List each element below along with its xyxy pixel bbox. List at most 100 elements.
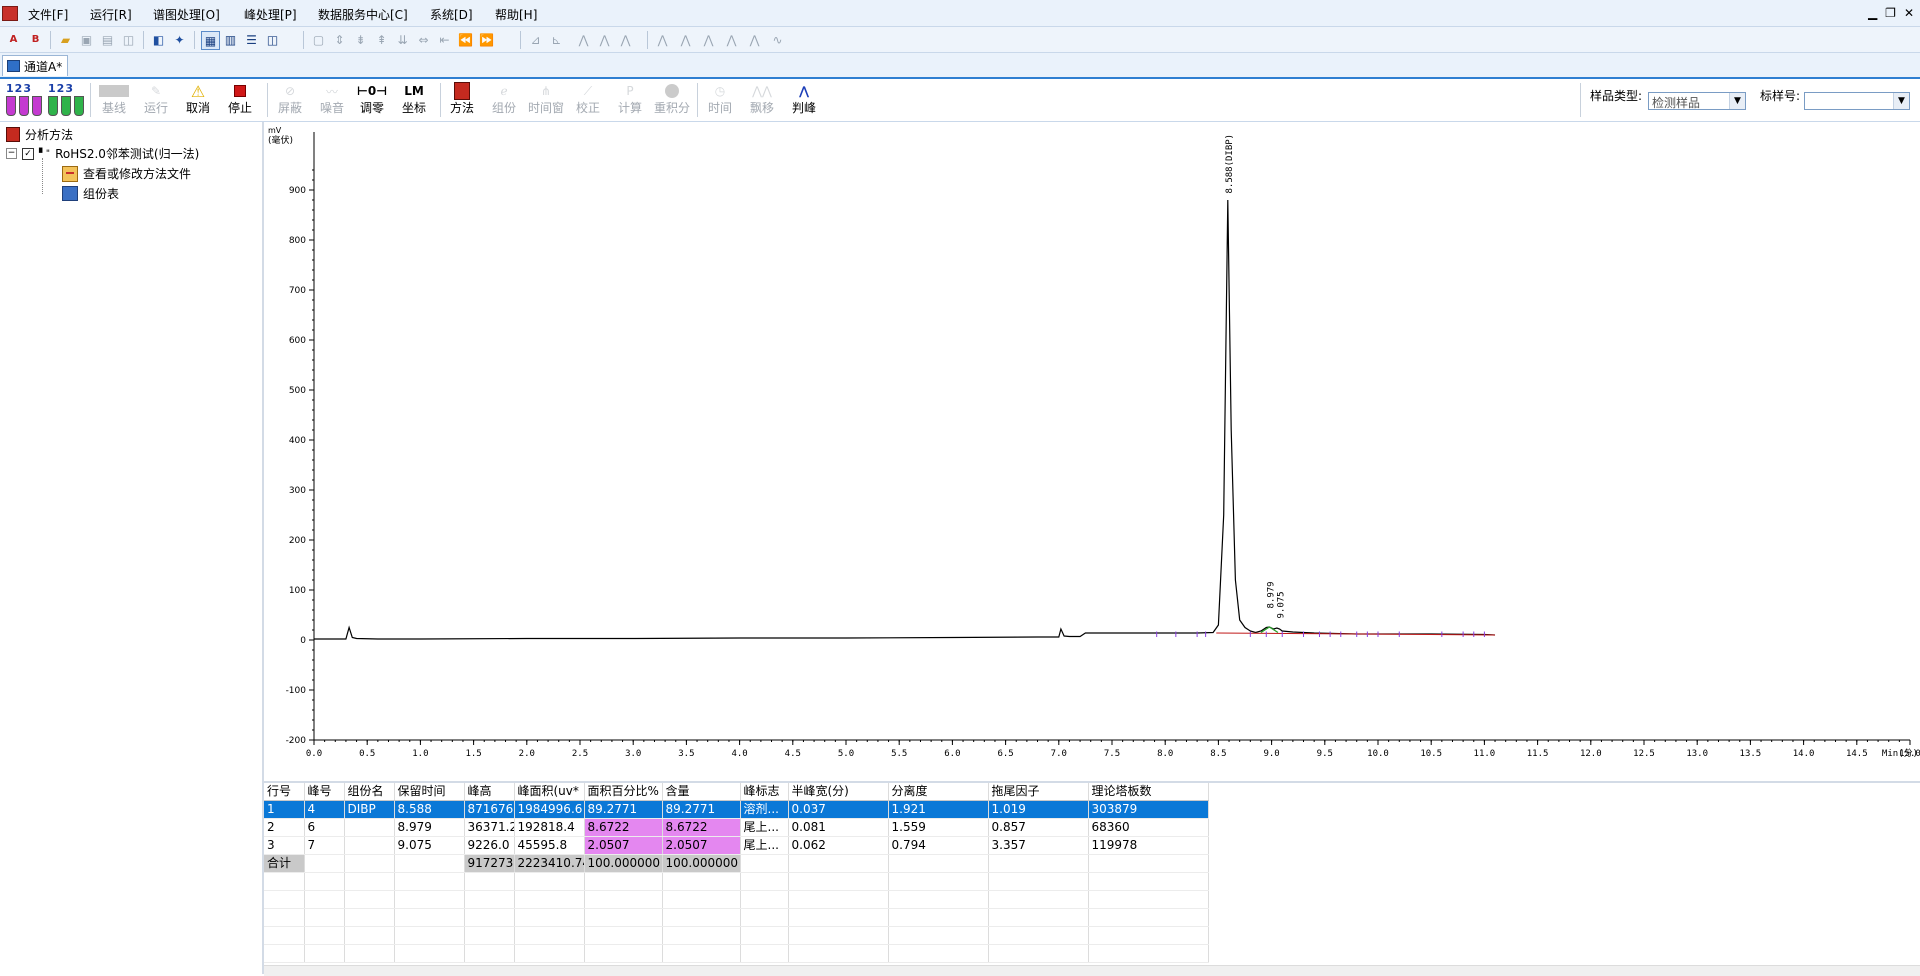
noise-button[interactable]: 〰噪音: [312, 81, 352, 119]
checkbox-icon[interactable]: ✓: [22, 147, 34, 160]
table-cell: [464, 908, 515, 927]
vial-set-1-icon[interactable]: 123: [6, 82, 42, 118]
layout-single-icon[interactable]: ▦: [201, 31, 220, 50]
x-tick-label: 10.5: [1420, 749, 1442, 759]
table-row[interactable]: 3 7 9.075 9226.0 45595.8 2.0507 2.0507 尾上... 0.0…: [264, 836, 1209, 855]
table-cell: 119978: [1088, 836, 1209, 855]
menu-data-service[interactable]: 数据服务中心[C]: [318, 6, 408, 23]
table-row[interactable]: 2 6 8.979 36371.2 192818.4 8.6722 8.6722 尾上... 0…: [264, 818, 1209, 837]
table-empty-row[interactable]: [264, 926, 1209, 945]
chart-a-icon[interactable]: A: [5, 31, 22, 48]
layout-vertical-icon[interactable]: ◫: [264, 31, 281, 48]
mask-button[interactable]: ⊘ 屏蔽: [270, 81, 310, 119]
zero-button[interactable]: ⊢0⊣ 调零: [352, 81, 392, 119]
table-cell: 2223410.745: [514, 854, 585, 873]
table-empty-row[interactable]: [264, 908, 1209, 927]
zoom-fit-icon[interactable]: ▢: [310, 31, 327, 48]
sample-type-select[interactable]: 检测样品 ▼: [1648, 92, 1746, 110]
table-cell: [988, 872, 1089, 891]
reintegrate-button[interactable]: 重积分: [652, 81, 692, 119]
x-tick-label: 6.0: [944, 749, 960, 759]
menu-run[interactable]: 运行[R]: [90, 6, 132, 23]
scroll-left-icon[interactable]: ⇤: [436, 31, 453, 48]
zoom-out-y-icon[interactable]: ⇞: [373, 31, 390, 48]
time-window-button[interactable]: ⋔ 时间窗: [526, 81, 566, 119]
peak-merge-icon[interactable]: ⋀: [700, 31, 717, 48]
peak-end-icon[interactable]: ⋀: [596, 31, 613, 48]
menu-peak[interactable]: 峰处理[P]: [244, 6, 297, 23]
calculate-button[interactable]: P 计算: [610, 81, 650, 119]
peak-move-icon[interactable]: ⋀: [746, 31, 763, 48]
time-button[interactable]: ◷ 时间: [700, 81, 740, 119]
overlay-icon[interactable]: ✦: [171, 31, 188, 48]
menu-file[interactable]: 文件[F]: [28, 6, 68, 23]
print-preview-icon[interactable]: ◫: [120, 31, 137, 48]
menu-bar: 文件[F] 运行[R] 谱图处理[O] 峰处理[P] 数据服务中心[C] 系统[…: [0, 0, 1920, 27]
peak-split-icon[interactable]: ⋀: [617, 31, 634, 48]
vial-set-2-icon[interactable]: 123: [48, 82, 84, 118]
table-total-row[interactable]: 合计917273.52223410.745100.000000100.00000…: [264, 854, 1209, 873]
drift-button[interactable]: ⋀⋀ 飘移: [742, 81, 782, 119]
tab-channel-a[interactable]: 通道A*: [2, 55, 68, 76]
table-row[interactable]: 14DIBP8.588871676.41984996.689.277189.27…: [264, 800, 1209, 819]
component-button[interactable]: ℯ 组份: [484, 81, 524, 119]
table-cell: [394, 926, 465, 945]
peak-delete-icon[interactable]: ⋀: [677, 31, 694, 48]
menu-spectrum[interactable]: 谱图处理[O]: [153, 6, 220, 23]
horizontal-scrollbar[interactable]: [264, 965, 1920, 976]
minimize-icon[interactable]: ▁: [1868, 6, 1877, 20]
restore-icon[interactable]: ❐: [1885, 6, 1896, 20]
open-folder-icon[interactable]: ▰: [57, 31, 74, 48]
x-tick-label: 3.0: [625, 749, 641, 759]
analysis-toolbar: 123 123 基线 ✎运行 ⚠取消 停止 ⊘屏蔽 〰噪音 ⊢0⊣调零: [0, 79, 1920, 122]
table-empty-row[interactable]: [264, 872, 1209, 891]
save-icon[interactable]: ▣: [78, 31, 95, 48]
table-cell: [1088, 872, 1209, 891]
close-icon[interactable]: ✕: [1904, 6, 1914, 20]
table-empty-row[interactable]: [264, 890, 1209, 909]
scroll-down-icon[interactable]: ⇊: [394, 31, 411, 48]
table-empty-row[interactable]: [264, 944, 1209, 963]
scroll-next-icon[interactable]: ⏩: [478, 31, 495, 48]
x-tick-label: 14.5: [1846, 749, 1868, 759]
tangent2-icon[interactable]: ⊾: [548, 31, 565, 48]
tangent-icon[interactable]: ⊿: [527, 31, 544, 48]
tree-node-component-table[interactable]: 组份表: [62, 185, 119, 202]
layout-horizontal-icon[interactable]: ☰: [243, 31, 260, 48]
menu-system[interactable]: 系统[D]: [430, 6, 473, 23]
scroll-prev-icon[interactable]: ⏪: [457, 31, 474, 48]
cancel-button[interactable]: ⚠ 取消: [178, 81, 218, 119]
edit-doc-icon: [62, 165, 78, 182]
run-button[interactable]: ✎ 运行: [136, 81, 176, 119]
app-icon[interactable]: [2, 6, 18, 21]
chromatogram-panel[interactable]: mV (毫伏) 900 800 700 600 500 400 300 200 100 0 -100 -2…: [264, 122, 1920, 779]
export-icon[interactable]: ◧: [150, 31, 167, 48]
zoom-y-icon[interactable]: ⇕: [331, 31, 348, 48]
peak-add-icon[interactable]: ⋀: [654, 31, 671, 48]
table-cell: [888, 872, 989, 891]
tree-node-method[interactable]: − ✓ ▘" RoHS2.0邻苯测试(归一法): [6, 145, 199, 162]
x-tick-label: 7.5: [1104, 749, 1120, 759]
method-button[interactable]: 方法: [442, 81, 482, 119]
peak-mark-icon[interactable]: ∿: [769, 31, 786, 48]
tree-root[interactable]: 分析方法: [6, 126, 73, 143]
zoom-x-icon[interactable]: ⇔: [415, 31, 432, 48]
peak-start-icon[interactable]: ⋀: [575, 31, 592, 48]
baseline-button[interactable]: 基线: [94, 81, 134, 119]
tree-node-edit-method[interactable]: 查看或修改方法文件: [62, 165, 191, 182]
table-header-row[interactable]: 行号 峰号 组份名 保留时间 峰高 峰面积(uv* 面积百分比% 含量 峰标志 半峰宽(分) 分离度…: [264, 783, 1209, 801]
chromatogram-chart[interactable]: mV(毫伏) 900 800 700 600 500 400 300 200 100 0 -100 -2…: [264, 122, 1920, 779]
print-icon[interactable]: ▤: [99, 31, 116, 48]
zoom-in-y-icon[interactable]: ⇟: [352, 31, 369, 48]
peak-detect-button[interactable]: ⋀ 判峰: [784, 81, 824, 119]
chart-b-icon[interactable]: B: [27, 31, 44, 48]
standard-no-select[interactable]: ▼: [1804, 92, 1910, 110]
coordinate-button[interactable]: LM 坐标: [394, 81, 434, 119]
table-cell: [304, 926, 345, 945]
menu-help[interactable]: 帮助[H]: [495, 6, 537, 23]
peak-valley-icon[interactable]: ⋀: [723, 31, 740, 48]
calibrate-button[interactable]: ⟋ 校正: [568, 81, 608, 119]
layout-split-icon[interactable]: ▥: [222, 31, 239, 48]
stop-button[interactable]: 停止: [220, 81, 260, 119]
collapse-icon[interactable]: −: [6, 148, 17, 159]
